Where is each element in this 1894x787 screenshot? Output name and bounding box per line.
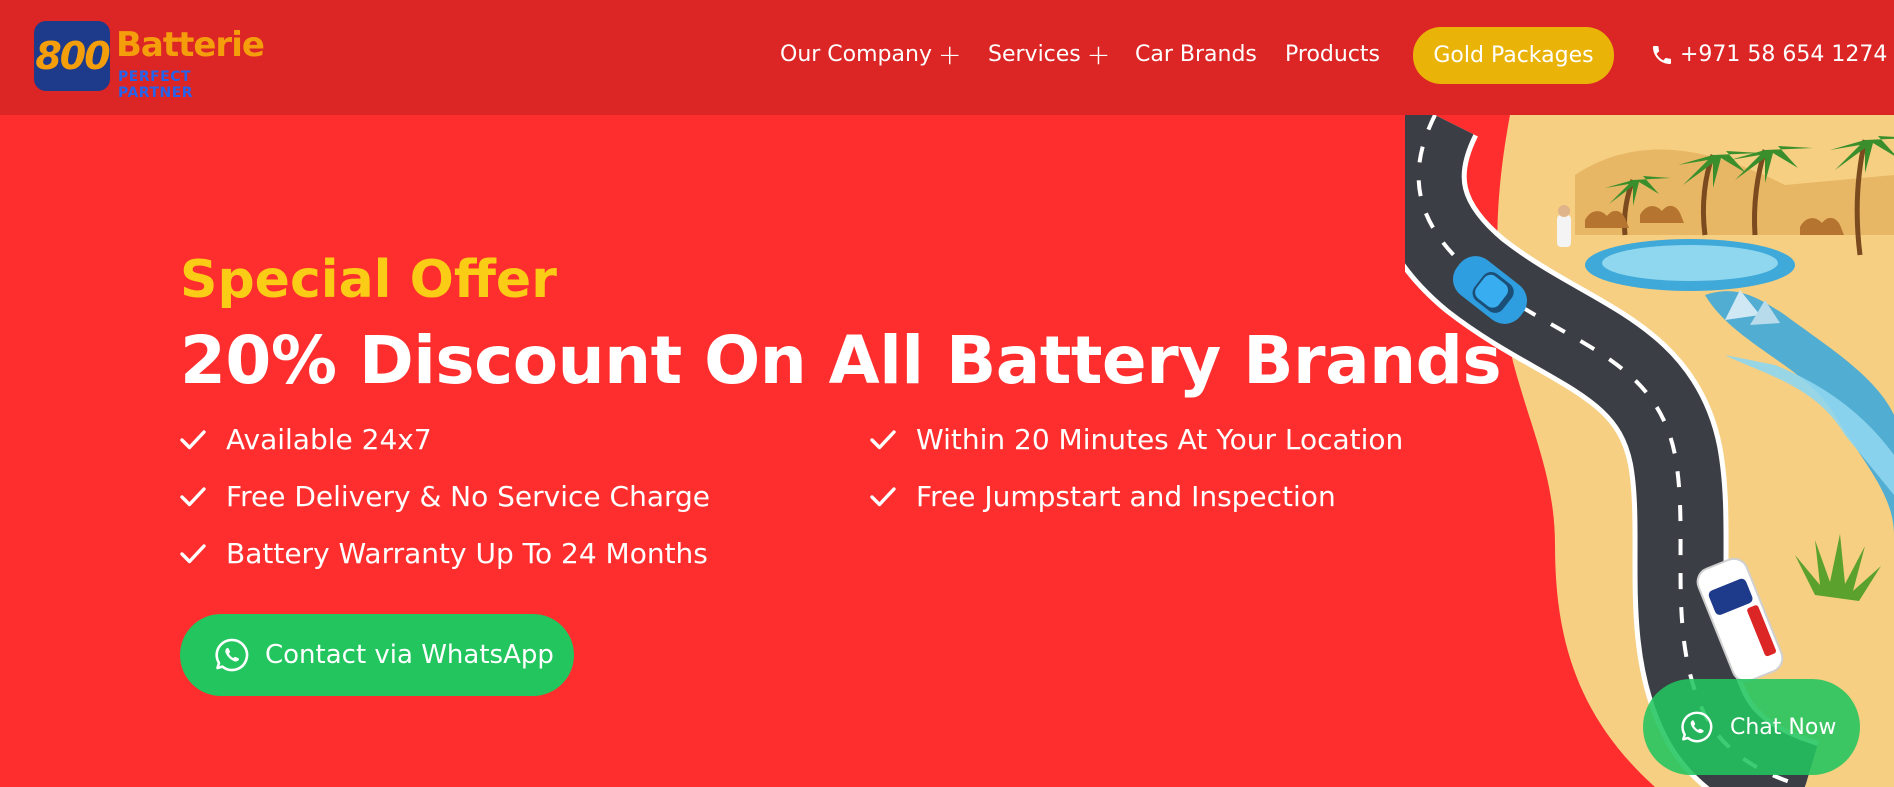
logo-wordmark: Batterie: [116, 25, 265, 65]
feature-item: Free Delivery & No Service Charge: [180, 480, 710, 513]
feature-item: Battery Warranty Up To 24 Months: [180, 537, 708, 570]
check-icon: [870, 486, 896, 506]
whatsapp-icon: [215, 638, 249, 672]
site-header: 800 Batterie PERFECT PARTNER Our Company…: [0, 0, 1894, 115]
feature-label: Free Jumpstart and Inspection: [916, 480, 1336, 513]
nav-item-label: Services: [988, 42, 1081, 67]
whatsapp-icon: [1681, 711, 1713, 743]
check-icon: [180, 486, 206, 506]
logo-tagline: PERFECT PARTNER: [118, 69, 194, 101]
plus-icon: +: [1086, 37, 1111, 71]
check-icon: [180, 543, 206, 563]
plus-icon: +: [937, 37, 962, 71]
gold-packages-button[interactable]: Gold Packages: [1413, 27, 1614, 84]
chat-now-button[interactable]: Chat Now: [1643, 679, 1860, 775]
hero-headline: 20% Discount On All Battery Brands: [180, 322, 1502, 399]
nav-item-our-company[interactable]: Our Company +: [780, 37, 962, 71]
phone-icon: [1653, 45, 1671, 64]
nav-item-products[interactable]: Products: [1285, 42, 1380, 67]
feature-label: Within 20 Minutes At Your Location: [916, 423, 1404, 456]
feature-item: Within 20 Minutes At Your Location: [870, 423, 1403, 456]
nav-item-label: Products: [1285, 42, 1380, 67]
whatsapp-button-label: Contact via WhatsApp: [265, 640, 554, 670]
nav-item-label: Our Company: [780, 42, 932, 67]
contact-whatsapp-button[interactable]: Contact via WhatsApp: [180, 614, 574, 696]
feature-label: Battery Warranty Up To 24 Months: [226, 537, 708, 570]
feature-label: Available 24x7: [226, 423, 432, 456]
logo-badge: 800: [34, 21, 111, 91]
check-icon: [870, 429, 896, 449]
nav-item-car-brands[interactable]: Car Brands: [1135, 42, 1257, 67]
nav-item-label: Car Brands: [1135, 42, 1257, 67]
phone-number: +971 58 654 1274: [1680, 42, 1888, 67]
check-icon: [180, 429, 206, 449]
chat-now-label: Chat Now: [1730, 714, 1837, 740]
feature-label: Free Delivery & No Service Charge: [226, 480, 711, 513]
hero-eyebrow: Special Offer: [180, 250, 557, 310]
site-logo[interactable]: 800 Batterie PERFECT PARTNER: [34, 21, 265, 101]
nav-item-services[interactable]: Services +: [988, 37, 1111, 71]
feature-item: Available 24x7: [180, 423, 432, 456]
feature-item: Free Jumpstart and Inspection: [870, 480, 1336, 513]
phone-link[interactable]: +971 58 654 1274: [1650, 42, 1887, 67]
